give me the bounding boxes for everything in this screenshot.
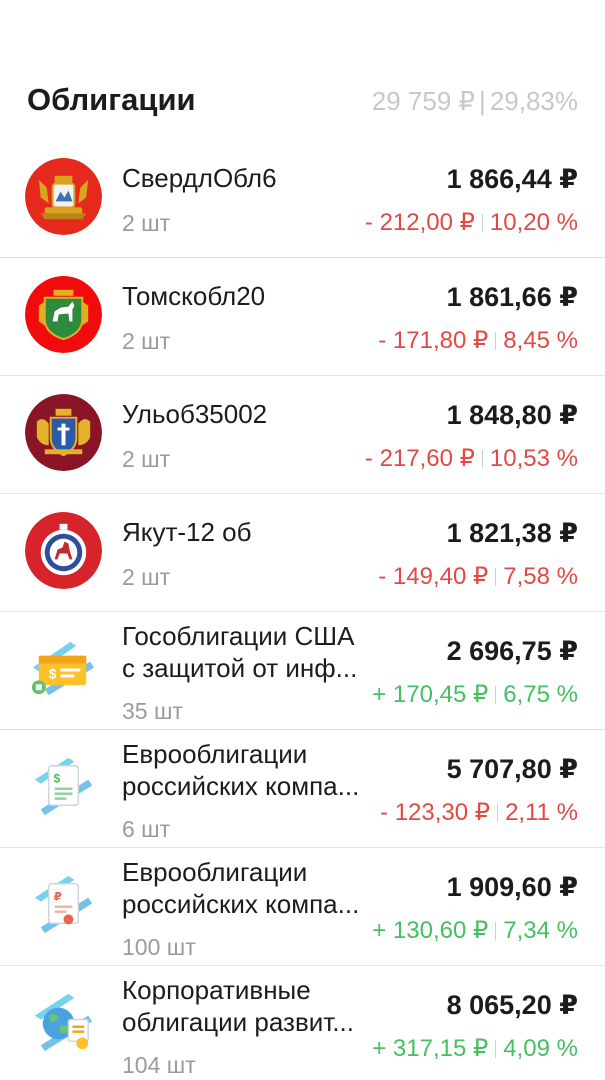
ulyanovsk-coat-of-arms-icon [25, 394, 102, 471]
bond-price: 1 861,66 ₽ [446, 282, 578, 312]
bond-row[interactable]: ₽ Еврооблигации российских компа... 100 … [0, 848, 605, 966]
change-percent: 4,09 % [503, 1035, 578, 1062]
bond-change: + 130,60 ₽ 7,34 % [372, 916, 578, 945]
change-separator [495, 568, 497, 586]
change-separator [495, 686, 497, 704]
sverdlovsk-coat-of-arms-icon [25, 158, 102, 235]
total-percent: 29,83% [489, 86, 578, 116]
bond-change: - 212,00 ₽ 10,20 % [365, 208, 578, 237]
bond-name-line1: Гособлигации США [122, 621, 355, 651]
change-percent: 2,11 % [505, 799, 578, 826]
dollar-card-icon: $ [31, 641, 95, 696]
change-separator [481, 214, 483, 232]
change-amount: - 171,80 ₽ [378, 327, 489, 354]
bond-name-line1: Еврооблигации [122, 857, 308, 887]
bond-row[interactable]: Ульоб35002 2 шт 1 848,80 ₽ - 217,60 ₽ 10,… [0, 376, 605, 494]
change-separator [495, 922, 497, 940]
bond-name: Якут-12 об [122, 517, 252, 547]
bond-row[interactable]: Якут-12 об 2 шт 1 821,38 ₽ - 149,40 ₽ 7,5… [0, 494, 605, 612]
change-separator [495, 332, 497, 350]
bond-name: СвердлОбл6 [122, 163, 277, 193]
yakutia-coat-of-arms-icon [25, 512, 102, 589]
page-title: Облигации [27, 82, 196, 117]
svg-text:$: $ [54, 772, 61, 786]
bond-name-line1: Корпоративные [122, 975, 311, 1005]
svg-text:$: $ [49, 665, 57, 681]
bond-name-line2: российских компа... [122, 771, 360, 801]
change-separator [481, 450, 483, 468]
bond-name: Томскобл20 [122, 281, 266, 311]
bond-list: СвердлОбл6 2 шт 1 866,44 ₽ - 212,00 ₽ 10,… [0, 140, 605, 1080]
change-amount: - 212,00 ₽ [364, 209, 475, 236]
change-amount: - 149,40 ₽ [378, 563, 489, 590]
bond-quantity: 2 шт [122, 210, 171, 236]
tomsk-coat-of-arms-icon [25, 276, 102, 353]
change-separator [497, 804, 499, 822]
bond-quantity: 100 шт [122, 934, 196, 960]
bond-name: Ульоб35002 [122, 399, 268, 429]
ruble-document-icon: ₽ [34, 875, 93, 934]
bond-price: 8 065,20 ₽ [446, 990, 578, 1020]
bond-change: + 170,45 ₽ 6,75 % [372, 680, 578, 709]
change-amount: + 130,60 ₽ [372, 917, 489, 944]
bond-quantity: 2 шт [122, 328, 171, 354]
change-percent: 8,45 % [503, 327, 578, 354]
summary-separator: | [479, 86, 486, 116]
bond-quantity: 2 шт [122, 564, 171, 590]
change-percent: 10,20 % [489, 209, 578, 236]
dollar-document-icon: $ [34, 757, 93, 816]
bond-quantity: 2 шт [122, 446, 171, 472]
bond-price: 5 707,80 ₽ [446, 754, 578, 784]
bond-row[interactable]: Томскобл20 2 шт 1 861,66 ₽ - 171,80 ₽ 8,4… [0, 258, 605, 376]
change-percent: 6,75 % [503, 681, 578, 708]
bond-name-line1: Еврооблигации [122, 739, 308, 769]
svg-text:₽: ₽ [54, 890, 62, 904]
change-percent: 10,53 % [489, 445, 578, 472]
portfolio-summary: 29 759 ₽ | 29,83% [372, 86, 578, 117]
bond-row[interactable]: Корпоративные облигации развит... 104 шт… [0, 966, 605, 1080]
bond-quantity: 6 шт [122, 816, 171, 842]
bond-row[interactable]: $ Еврооблигации российских компа... 6 шт… [0, 730, 605, 848]
change-amount: - 217,60 ₽ [364, 445, 475, 472]
change-amount: + 170,45 ₽ [372, 681, 489, 708]
bond-price: 1 821,38 ₽ [446, 518, 578, 548]
bond-price: 1 866,44 ₽ [446, 164, 578, 194]
globe-bonds-icon [34, 993, 93, 1052]
total-value: 29 759 ₽ [371, 86, 476, 116]
bond-quantity: 104 шт [122, 1052, 196, 1078]
bond-change: - 171,80 ₽ 8,45 % [378, 326, 578, 355]
change-amount: - 123,30 ₽ [380, 799, 491, 826]
bond-quantity: 35 шт [122, 698, 183, 724]
bond-row[interactable]: СвердлОбл6 2 шт 1 866,44 ₽ - 212,00 ₽ 10,… [0, 140, 605, 258]
bond-price: 1 909,60 ₽ [446, 872, 578, 902]
change-amount: + 317,15 ₽ [372, 1035, 489, 1062]
change-separator [495, 1040, 497, 1058]
change-percent: 7,34 % [503, 917, 578, 944]
bond-price: 1 848,80 ₽ [446, 400, 578, 430]
bond-name-line2: с защитой от инф... [122, 653, 358, 683]
change-percent: 7,58 % [503, 563, 578, 590]
section-header: Облигации 29 759 ₽ | 29,83% [0, 0, 605, 140]
bond-name-line2: облигации развит... [122, 1007, 354, 1037]
bond-price: 2 696,75 ₽ [446, 636, 578, 666]
bond-change: + 317,15 ₽ 4,09 % [372, 1034, 578, 1063]
bond-change: - 123,30 ₽ 2,11 % [380, 798, 578, 827]
bond-name-line2: российских компа... [122, 889, 360, 919]
bond-change: - 217,60 ₽ 10,53 % [365, 444, 578, 473]
bond-change: - 149,40 ₽ 7,58 % [378, 562, 578, 591]
bond-row[interactable]: $ Гособлигации США с защитой от инф... 3… [0, 612, 605, 730]
